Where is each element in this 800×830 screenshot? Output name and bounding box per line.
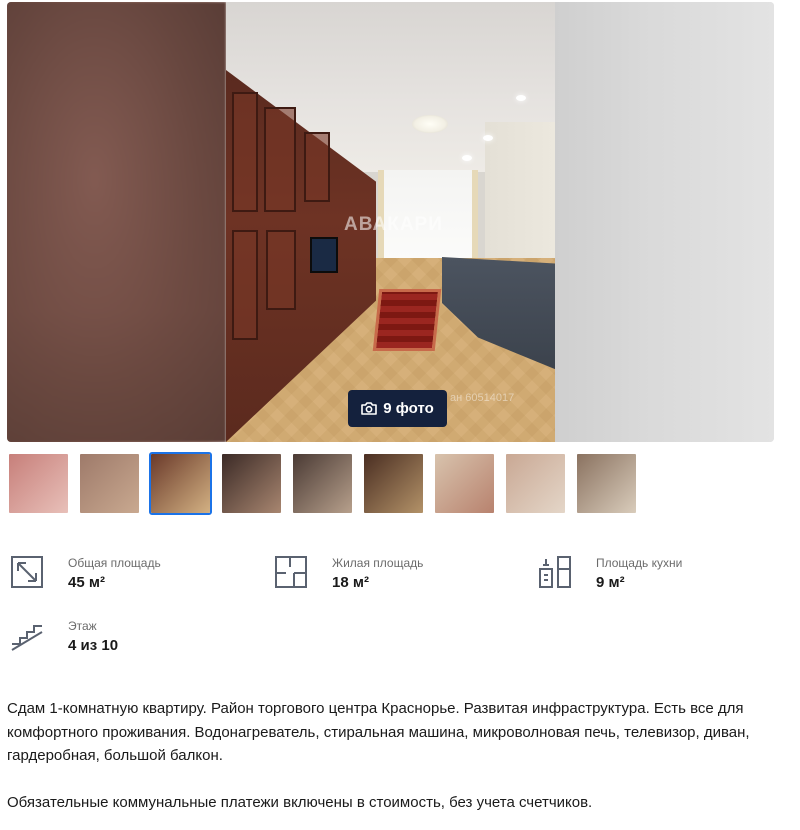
photo-count-button[interactable]: 9 фото	[348, 390, 447, 427]
thumbnail[interactable]	[78, 452, 141, 515]
thumbnail[interactable]	[291, 452, 354, 515]
photo-count-label: 9 фото	[383, 400, 434, 417]
kitchen-icon	[539, 556, 571, 588]
watermark-secondary: ан 60514017	[450, 392, 515, 404]
floor-label: Этаж	[68, 619, 97, 633]
photo-blur-right	[555, 2, 774, 442]
thumbnail[interactable]	[362, 452, 425, 515]
param-floor: Этаж 4 из 10	[10, 618, 118, 657]
thumbnail-strip	[7, 452, 638, 515]
tv	[310, 237, 338, 273]
param-kitchen-area: Площадь кухни 9 м²	[538, 555, 682, 594]
kitchen-area-label: Площадь кухни	[596, 556, 683, 570]
thumbnail[interactable]	[7, 452, 70, 515]
rug	[372, 289, 442, 351]
thumbnail[interactable]	[149, 452, 212, 515]
expand-arrow-icon	[11, 556, 43, 588]
camera-icon	[361, 402, 378, 415]
param-total-area: Общая площадь 45 м²	[10, 555, 161, 594]
floor-value: 4 из 10	[68, 637, 119, 654]
thumbnail[interactable]	[220, 452, 283, 515]
ceiling-lamp	[412, 115, 448, 133]
living-area-value: 18 м²	[332, 574, 369, 591]
total-area-value: 45 м²	[68, 574, 105, 591]
thumbnail[interactable]	[433, 452, 496, 515]
param-living-area: Жилая площадь 18 м²	[274, 555, 423, 594]
watermark: АВАКАРИ	[344, 214, 443, 235]
description-paragraph-1: Сдам 1-комнатную квартиру. Район торгово…	[7, 700, 750, 764]
thumbnail[interactable]	[504, 452, 567, 515]
total-area-label: Общая площадь	[68, 556, 161, 570]
description-paragraph-2: Обязательные коммунальные платежи включе…	[7, 793, 593, 811]
listing-description: Сдам 1-комнатную квартиру. Район торгово…	[7, 697, 767, 814]
living-area-label: Жилая площадь	[332, 556, 424, 570]
kitchen-area-value: 9 м²	[596, 574, 625, 591]
photo-blur-left	[7, 2, 226, 442]
main-photo[interactable]: АВАКАРИ ан 60514017 9 фото	[7, 2, 774, 442]
floorplan-icon	[275, 556, 307, 588]
thumbnail[interactable]	[575, 452, 638, 515]
room-photo: АВАКАРИ ан 60514017	[226, 2, 555, 442]
stairs-icon	[11, 625, 43, 651]
